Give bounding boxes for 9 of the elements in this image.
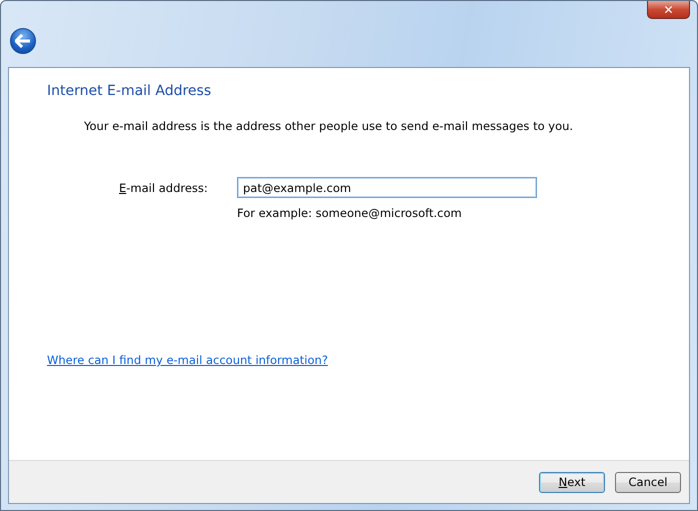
cancel-button[interactable]: Cancel (615, 472, 681, 492)
description-text: Your e-mail address is the address other people use to send e-mail messages to you. (84, 119, 574, 133)
help-link[interactable]: Where can I find my e-mail account information? (47, 353, 328, 367)
example-hint-text: For example: someone@microsoft.com (237, 206, 463, 220)
close-button[interactable]: ✕ (647, 1, 690, 19)
page-heading: Internet E-mail Address (47, 83, 212, 99)
email-input-field[interactable]: pat@example.com (237, 177, 537, 198)
next-button[interactable]: Next (539, 472, 605, 492)
email-label: E-mail address: (119, 180, 209, 194)
